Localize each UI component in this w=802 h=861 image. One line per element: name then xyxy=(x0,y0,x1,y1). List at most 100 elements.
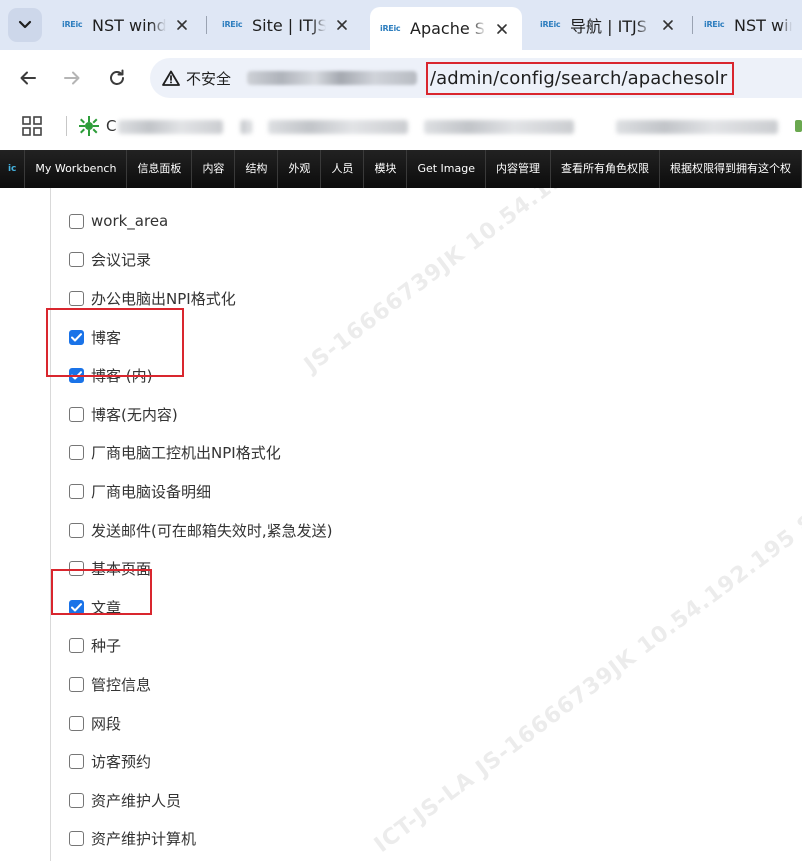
site-favicon-icon: iREic xyxy=(704,20,725,29)
tab-separator xyxy=(206,16,207,34)
site-logo-icon[interactable]: ic xyxy=(0,150,26,188)
content-type-option[interactable]: 发送邮件(可在邮箱失效时,紧急发送) xyxy=(69,511,332,550)
admin-menu-my-workbench[interactable]: My Workbench xyxy=(25,150,128,188)
admin-menu-role-permissions[interactable]: 查看所有角色权限 xyxy=(551,150,660,188)
tab-separator xyxy=(692,16,693,34)
content-type-option[interactable]: 资产维护计算机 xyxy=(69,820,332,859)
bookmark-redacted xyxy=(616,120,778,134)
checkbox[interactable] xyxy=(69,792,84,808)
admin-menu-content-management[interactable]: 内容管理 xyxy=(486,150,551,188)
content-type-label: 发送邮件(可在邮箱失效时,紧急发送) xyxy=(91,521,333,540)
tab-title: Site | ITJS! xyxy=(252,15,326,35)
tab[interactable]: iREic NST windo xyxy=(52,8,202,42)
tab-title: Apache Sc xyxy=(410,19,486,38)
content-type-label: 管控信息 xyxy=(91,675,152,694)
content-type-label: 厂商电脑设备明细 xyxy=(91,482,212,501)
content-type-label: 种子 xyxy=(91,637,122,656)
close-tab-icon[interactable] xyxy=(172,15,192,35)
checkbox[interactable] xyxy=(69,831,84,847)
close-tab-icon[interactable] xyxy=(492,19,512,39)
content-type-option[interactable]: 种子 xyxy=(69,627,332,666)
site-favicon-icon: iREic xyxy=(222,20,243,29)
highlight-box xyxy=(46,308,184,377)
content-type-label: 访客预约 xyxy=(91,753,152,772)
admin-menu-people[interactable]: 人员 xyxy=(321,150,365,188)
security-label: 不安全 xyxy=(186,69,232,88)
back-button[interactable] xyxy=(12,62,44,94)
admin-menu-permission-users[interactable]: 根据权限得到拥有这个权 xyxy=(660,150,802,188)
tab[interactable]: iREic NST windo xyxy=(694,8,802,42)
admin-menu-get-image[interactable]: Get Image xyxy=(407,150,486,188)
checkbox[interactable] xyxy=(69,406,84,422)
tab-title: NST windo xyxy=(734,15,792,35)
security-indicator[interactable]: 不安全 xyxy=(162,68,231,89)
content-type-label: 资产维护计算机 xyxy=(91,830,197,849)
content-type-option[interactable]: 厂商电脑设备明细 xyxy=(69,472,332,511)
bookmark-overflow-icon[interactable] xyxy=(795,120,802,132)
close-tab-icon[interactable] xyxy=(658,15,678,35)
checkbox[interactable] xyxy=(69,252,84,268)
checkbox[interactable] xyxy=(69,290,84,306)
site-favicon-icon: iREic xyxy=(540,20,561,29)
content-type-option[interactable]: 博客(无内容) xyxy=(69,395,332,434)
content-type-label: 博客(无内容) xyxy=(91,405,178,424)
content-type-label: 厂商电脑工控机出NPI格式化 xyxy=(91,444,281,463)
checkbox[interactable] xyxy=(69,213,84,229)
warning-icon xyxy=(162,70,180,86)
content-type-label: 办公电脑出NPI格式化 xyxy=(91,289,236,308)
content-type-label: 资产维护人员 xyxy=(91,791,182,810)
site-favicon-icon: iREic xyxy=(380,23,401,33)
watermark-text: ICT-JS-LA JS-16666739JK 10.54.192.195 8C… xyxy=(370,368,802,858)
content-type-option[interactable]: 访客预约 xyxy=(69,742,332,781)
arrow-left-icon xyxy=(20,71,36,85)
watermark-text: JS-16666739JK 10.54.192.195 8C-C8-4B-F3 xyxy=(300,188,768,378)
bookmark-favicon-icon[interactable] xyxy=(78,115,100,141)
site-favicon-icon: iREic xyxy=(62,20,83,29)
bookmark-redacted xyxy=(268,120,408,134)
content-area: work_area 会议记录 办公电脑出NPI格式化 博客 博客 (内) 博客(无内容) 厂… xyxy=(0,188,802,861)
content-type-label: 会议记录 xyxy=(91,251,152,270)
tab-search-button[interactable] xyxy=(8,8,42,42)
content-type-option[interactable]: 厂商电脑工控机出NPI格式化 xyxy=(69,434,332,473)
admin-menu-modules[interactable]: 模块 xyxy=(364,150,408,188)
reload-button[interactable] xyxy=(101,62,133,94)
close-tab-icon[interactable] xyxy=(332,15,352,35)
tab-title: 导航 | ITJS xyxy=(570,17,647,36)
bookmark-redacted xyxy=(424,120,574,134)
tab[interactable]: iREic Site | ITJS! xyxy=(212,8,362,42)
apps-grid-icon[interactable] xyxy=(22,116,42,140)
admin-menu-structure[interactable]: 结构 xyxy=(235,150,279,188)
tab-title: NST windo xyxy=(92,15,166,35)
content-type-option[interactable]: work_area xyxy=(69,202,332,241)
content-type-checklist: work_area 会议记录 办公电脑出NPI格式化 博客 博客 (内) 博客(无内容) 厂… xyxy=(69,202,332,861)
url-host-redacted xyxy=(247,71,418,85)
checkbox[interactable] xyxy=(69,754,84,770)
chevron-down-icon xyxy=(18,20,32,29)
checkbox[interactable] xyxy=(69,522,84,538)
checkbox[interactable] xyxy=(69,483,84,499)
content-type-option[interactable]: 网段 xyxy=(69,704,332,743)
bookmarks-separator xyxy=(66,116,67,136)
content-type-label: 网段 xyxy=(91,714,122,733)
bookmark-redacted xyxy=(240,120,252,134)
admin-menu-appearance[interactable]: 外观 xyxy=(278,150,322,188)
content-type-option[interactable]: 资产维护人员 xyxy=(69,781,332,820)
forward-button[interactable] xyxy=(56,62,88,94)
tab-active[interactable]: iREic Apache Sc xyxy=(370,7,522,50)
url-path-highlight[interactable]: /admin/config/search/apachesolr xyxy=(426,62,734,95)
checkbox[interactable] xyxy=(69,445,84,461)
checkbox[interactable] xyxy=(69,715,84,731)
content-type-option[interactable]: 管控信息 xyxy=(69,665,332,704)
bookmark-label-initial[interactable]: C xyxy=(106,117,116,135)
highlight-box xyxy=(51,569,152,615)
fieldset-border xyxy=(50,188,51,861)
admin-menu-dashboard[interactable]: 信息面板 xyxy=(127,150,193,188)
checkbox[interactable] xyxy=(69,638,84,654)
tab[interactable]: iREic 导航 | ITJS xyxy=(530,8,688,42)
content-type-option[interactable]: 会议记录 xyxy=(69,241,332,280)
content-type-label: work_area xyxy=(91,212,169,231)
checkbox[interactable] xyxy=(69,676,84,692)
browser-window: iREic NST windo iREic Site | ITJS! iREic… xyxy=(0,0,802,861)
admin-menu-content[interactable]: 内容 xyxy=(192,150,236,188)
bookmarks-bar: C xyxy=(0,106,802,146)
